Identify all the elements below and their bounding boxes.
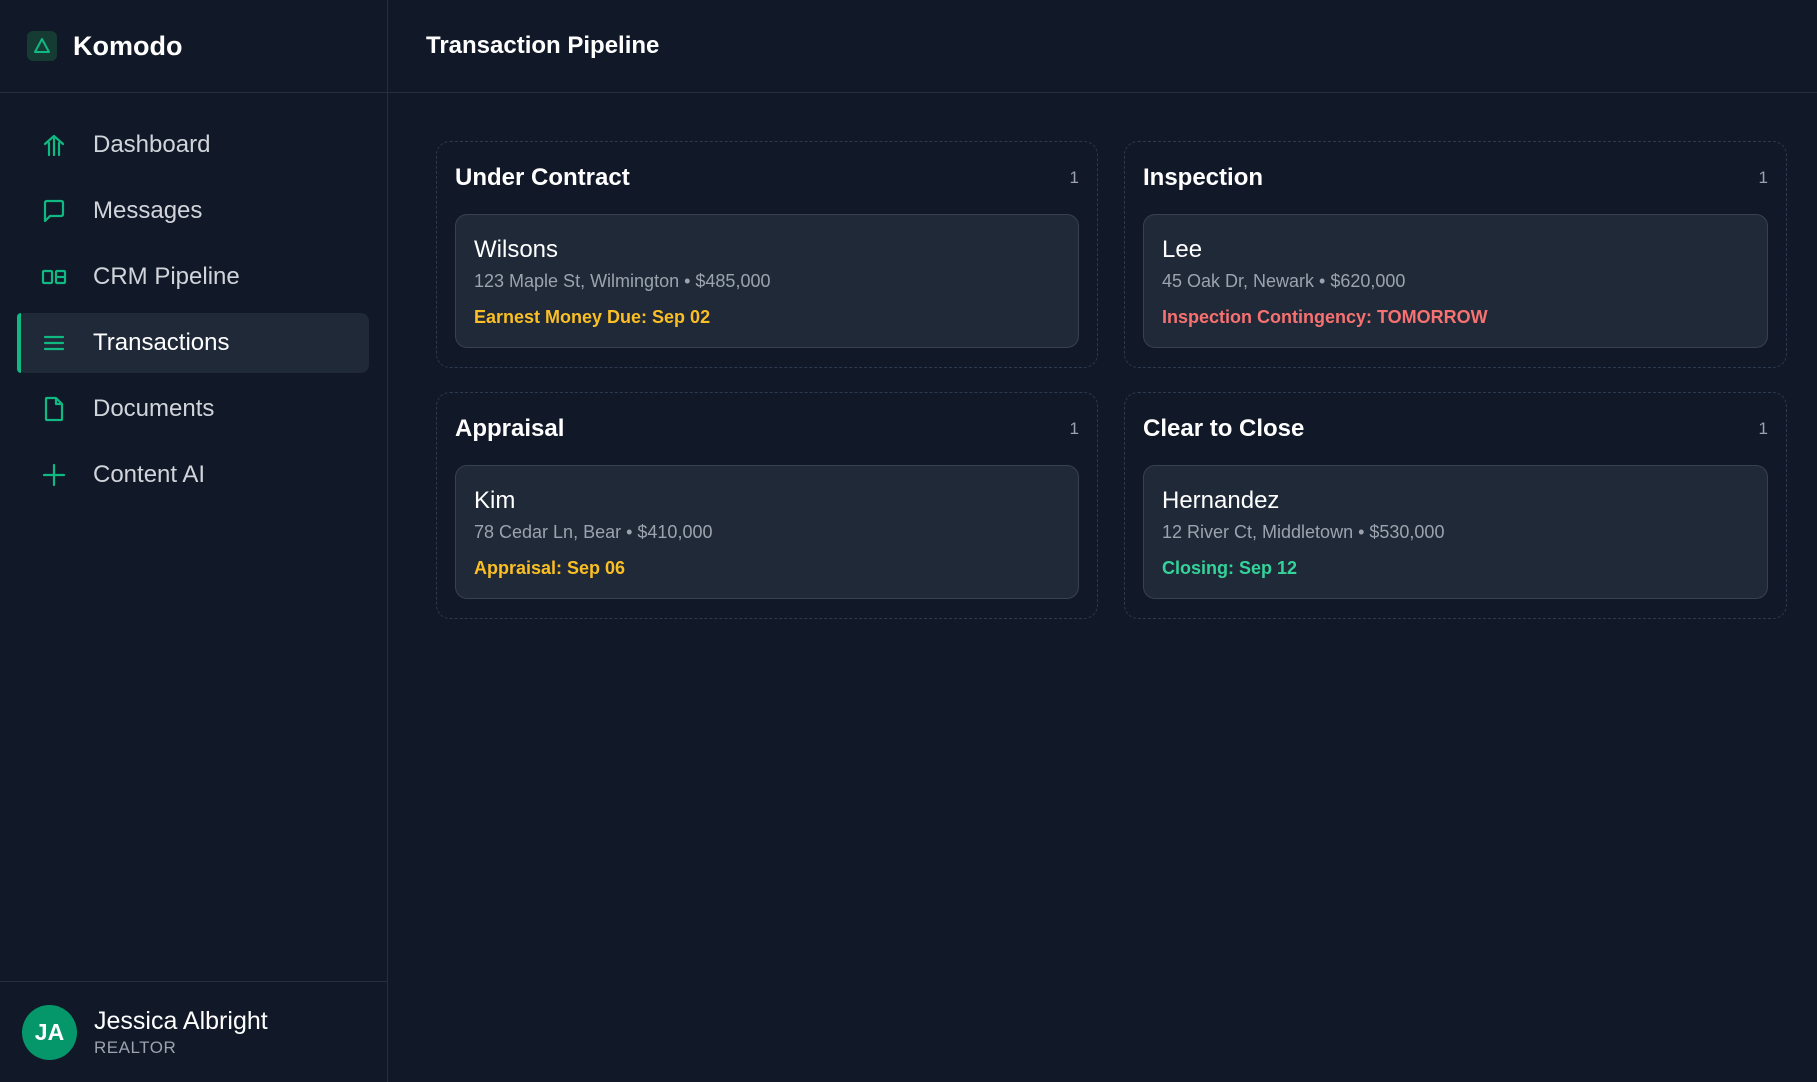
transaction-card[interactable]: Wilsons 123 Maple St, Wilmington • $485,… (455, 214, 1079, 348)
transaction-card[interactable]: Kim 78 Cedar Ln, Bear • $410,000 Apprais… (455, 465, 1079, 599)
property-details: 45 Oak Dr, Newark • $620,000 (1162, 271, 1406, 291)
user-profile[interactable]: JA Jessica Albright REALTOR (0, 981, 387, 1082)
user-name: Jessica Albright (94, 1007, 268, 1035)
column-header: Appraisal 1 (455, 411, 1079, 447)
plus-icon (39, 460, 69, 490)
sidebar: Komodo Dashboard Messages CRM Pipeline T… (0, 0, 388, 1082)
deadline-text: Earnest Money Due: Sep 02 (474, 307, 711, 327)
list-icon (39, 328, 69, 358)
transaction-card[interactable]: Lee 45 Oak Dr, Newark • $620,000 Inspect… (1143, 214, 1768, 348)
sidebar-item-label: Dashboard (93, 131, 211, 158)
sidebar-item-messages[interactable]: Messages (17, 181, 369, 241)
sidebar-item-content-ai[interactable]: Content AI (17, 445, 369, 505)
transaction-card[interactable]: Hernandez 12 River Ct, Middletown • $530… (1143, 465, 1768, 599)
sidebar-item-label: CRM Pipeline (93, 263, 240, 290)
sidebar-item-transactions[interactable]: Transactions (17, 313, 369, 373)
sidebar-item-label: Documents (93, 395, 215, 422)
column-title: Inspection (1143, 164, 1264, 191)
property-details: 123 Maple St, Wilmington • $485,000 (474, 271, 771, 291)
column-count: 1 (1069, 419, 1079, 438)
brand-name: Komodo (73, 30, 183, 61)
document-icon (39, 394, 69, 424)
user-role: REALTOR (94, 1038, 177, 1057)
column-header: Under Contract 1 (455, 160, 1079, 196)
deadline-text: Appraisal: Sep 06 (474, 558, 626, 578)
dashboard-arrow-icon (39, 130, 69, 160)
sidebar-item-crm-pipeline[interactable]: CRM Pipeline (17, 247, 369, 307)
topbar: Transaction Pipeline (388, 0, 1817, 93)
avatar: JA (22, 1004, 77, 1060)
page-title: Transaction Pipeline (426, 32, 660, 59)
main-content: Transaction Pipeline Under Contract 1 Wi… (388, 0, 1817, 1082)
deadline-text: Closing: Sep 12 (1162, 558, 1298, 578)
client-name: Hernandez (1162, 487, 1280, 514)
pipeline-column-inspection: Inspection 1 Lee 45 Oak Dr, Newark • $62… (1124, 141, 1787, 368)
property-details: 12 River Ct, Middletown • $530,000 (1162, 522, 1445, 542)
client-name: Lee (1162, 236, 1203, 263)
komodo-logo-icon (27, 31, 57, 61)
sidebar-item-dashboard[interactable]: Dashboard (17, 115, 369, 175)
deadline-text: Inspection Contingency: TOMORROW (1162, 307, 1488, 327)
pipeline-column-appraisal: Appraisal 1 Kim 78 Cedar Ln, Bear • $410… (436, 392, 1098, 619)
sidebar-item-documents[interactable]: Documents (17, 379, 369, 439)
brand[interactable]: Komodo (0, 0, 387, 93)
column-count: 1 (1758, 419, 1768, 438)
client-name: Kim (474, 487, 516, 514)
sidebar-item-label: Content AI (93, 461, 206, 488)
pipeline-icon (39, 262, 69, 292)
column-header: Clear to Close 1 (1143, 411, 1768, 447)
column-title: Appraisal (455, 415, 565, 442)
sidebar-item-label: Messages (93, 197, 203, 224)
property-details: 78 Cedar Ln, Bear • $410,000 (474, 522, 713, 542)
sidebar-item-label: Transactions (93, 329, 230, 356)
column-header: Inspection 1 (1143, 160, 1768, 196)
column-title: Under Contract (455, 164, 630, 191)
pipeline-column-clear-to-close: Clear to Close 1 Hernandez 12 River Ct, … (1124, 392, 1787, 619)
chat-bubble-icon (39, 196, 69, 226)
column-count: 1 (1069, 168, 1079, 187)
user-info: Jessica Albright REALTOR (94, 1006, 268, 1058)
column-title: Clear to Close (1143, 415, 1305, 442)
sidebar-nav: Dashboard Messages CRM Pipeline Transact… (0, 93, 387, 981)
column-count: 1 (1758, 168, 1768, 187)
client-name: Wilsons (474, 236, 559, 263)
pipeline-board: Under Contract 1 Wilsons 123 Maple St, W… (388, 93, 1817, 619)
pipeline-column-under-contract: Under Contract 1 Wilsons 123 Maple St, W… (436, 141, 1098, 368)
